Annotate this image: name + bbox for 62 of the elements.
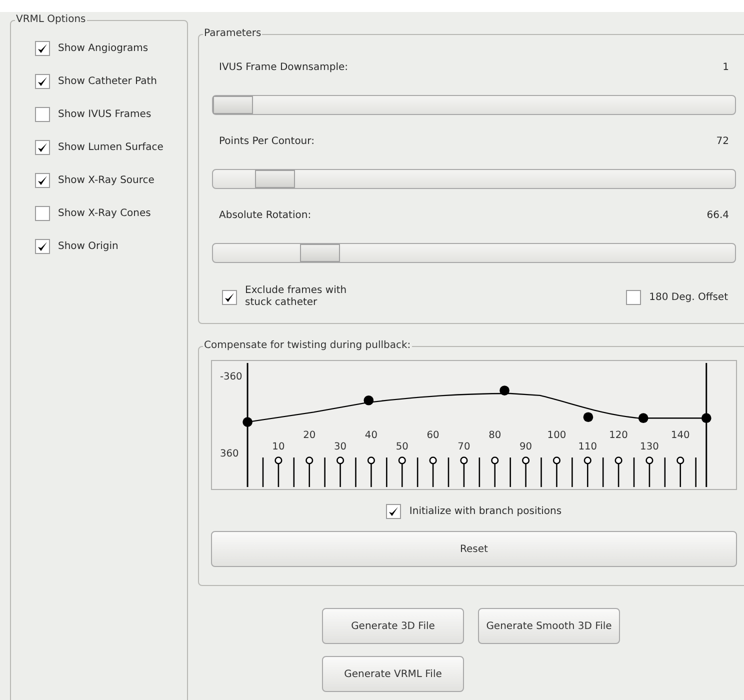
checkmark-icon: [37, 175, 48, 186]
checkmark-icon: [37, 43, 48, 54]
generate-button[interactable]: Generate VRML File: [322, 656, 464, 692]
checkbox-label: Show Angiograms: [58, 42, 148, 56]
checkbox[interactable]: [626, 290, 642, 304]
checkbox[interactable]: [35, 140, 50, 155]
checkmark-icon: [224, 292, 235, 302]
checkbox-label: Initialize with branch positions: [409, 505, 562, 519]
checkbox-label: Show Lumen Surface: [58, 141, 164, 155]
checkbox-label: Show X-Ray Cones: [58, 207, 151, 221]
checkbox-label: Show Origin: [58, 240, 118, 254]
tick-label: 60: [426, 430, 440, 441]
tick-label: 90: [520, 442, 532, 453]
checkmark-icon: [37, 142, 48, 153]
checkbox[interactable]: [35, 107, 50, 122]
tick-label: 20: [303, 430, 316, 441]
slider-thumb[interactable]: [300, 244, 340, 262]
tick-label: 70: [458, 442, 470, 453]
checkbox[interactable]: [222, 290, 237, 304]
checkbox[interactable]: [35, 41, 50, 56]
slider-track[interactable]: [212, 243, 736, 263]
slider-track[interactable]: [212, 95, 736, 115]
checkmark-icon: [37, 76, 48, 87]
checkbox[interactable]: [35, 206, 50, 221]
slider-thumb[interactable]: [213, 96, 253, 114]
checkbox[interactable]: [35, 74, 50, 89]
group-title: VRML Options: [15, 13, 87, 27]
checkbox-label: Show IVUS Frames: [58, 108, 152, 122]
reset-button[interactable]: Reset: [211, 531, 737, 567]
slider-value: 1: [722, 60, 729, 74]
slider-track[interactable]: [212, 169, 736, 189]
tick-label: 10: [272, 442, 285, 453]
checkbox-label: Exclude frames with stuck catheter: [245, 285, 348, 309]
slider-label: IVUS Frame Downsample:: [219, 60, 348, 74]
checkmark-icon: [37, 241, 48, 252]
tick-label: 30: [334, 442, 347, 453]
tick-label: 80: [488, 430, 502, 441]
generate-button[interactable]: Generate 3D File: [322, 608, 464, 644]
slider-value: 66.4: [706, 208, 729, 222]
generate-button[interactable]: Generate Smooth 3D File: [478, 608, 620, 644]
checkbox-label: Show X-Ray Source: [58, 174, 154, 188]
checkbox-label: Show Catheter Path: [58, 75, 158, 89]
slider-thumb[interactable]: [254, 170, 295, 188]
tick-label: 140: [671, 430, 690, 441]
tick-label: 120: [609, 430, 628, 441]
checkbox-label: 180 Deg. Offset: [649, 290, 728, 304]
axis-label: -360: [220, 372, 242, 383]
group-title: Compensate for twisting during pullback:: [203, 339, 412, 353]
tick-label: 40: [364, 430, 378, 441]
tick-label: 130: [640, 442, 659, 453]
checkbox[interactable]: [35, 239, 50, 254]
tick-label: 110: [578, 442, 597, 453]
checkbox[interactable]: [35, 173, 50, 188]
slider-value: 72: [716, 134, 729, 148]
checkmark-icon: [388, 506, 400, 517]
slider-label: Absolute Rotation:: [219, 208, 312, 222]
axis-label: 360: [220, 448, 239, 460]
twist-curve-editor[interactable]: -360 360 10 20 30 40 50 60 70 80 90 100 110 120 130 140: [211, 360, 737, 490]
slider-label: Points Per Contour:: [219, 134, 314, 148]
tick-label: 100: [547, 430, 566, 441]
checkbox[interactable]: [386, 504, 402, 519]
tick-label: 50: [396, 442, 408, 453]
